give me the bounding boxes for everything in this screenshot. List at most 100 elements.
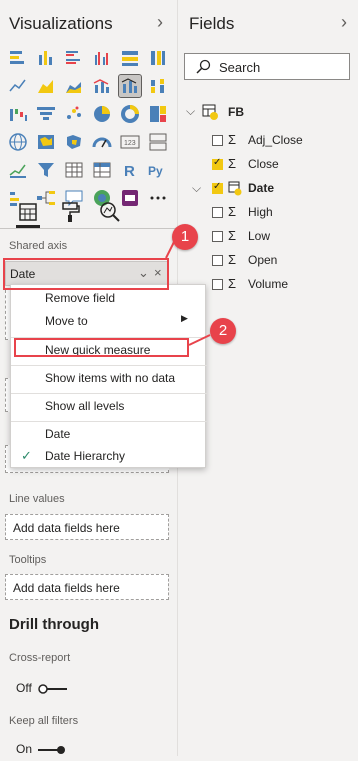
clustered-bar-chart-icon[interactable] [63,47,85,69]
chevron-right-icon[interactable]: › [341,12,347,33]
sigma-icon: Σ [228,132,237,147]
annotation-pointer-1 [165,241,175,259]
submenu-arrow-icon: ▶ [181,313,188,323]
menu-divider [11,365,207,366]
r-script-visual-icon[interactable]: R [119,159,141,181]
table-icon [202,104,218,125]
line-values-label: Line values [9,493,65,505]
field-checkbox[interactable] [212,255,223,266]
multi-row-card-icon[interactable] [147,131,169,153]
field-checkbox[interactable] [212,207,223,218]
field-checkbox[interactable] [212,135,223,146]
keep-filters-state: On [16,742,33,756]
calendar-icon [228,180,242,199]
stacked-column-chart-icon[interactable] [35,47,57,69]
donut-chart-icon[interactable] [119,103,141,125]
stacked-bar-chart-icon[interactable] [7,47,29,69]
line-chart-icon[interactable] [7,75,29,97]
stacked-area-chart-icon[interactable] [63,75,85,97]
menu-date[interactable]: Date [45,427,70,441]
svg-text:R: R [124,163,135,180]
field-name[interactable]: Low [248,229,270,243]
pane-tabs [0,198,177,229]
area-chart-icon[interactable] [35,75,57,97]
map-icon[interactable] [7,131,29,153]
sigma-icon: Σ [228,228,237,243]
fields-search-input[interactable]: Search [184,53,350,80]
field-name[interactable]: Close [248,157,279,171]
sigma-icon: Σ [228,156,237,171]
sigma-icon: Σ [228,252,237,267]
search-placeholder: Search [219,60,261,75]
field-context-menu: Remove field Move to ▶ New quick measure… [10,284,207,468]
shape-map-icon[interactable] [63,131,85,153]
line-values-placeholder: Add data fields here [13,521,120,535]
fields-tab-icon[interactable] [14,198,42,228]
tooltips-placeholder: Add data fields here [13,581,120,595]
gauge-icon[interactable] [91,131,113,153]
fields-title: Fields [189,14,235,33]
annotation-box-2 [14,338,189,357]
100-stacked-bar-icon[interactable] [119,47,141,69]
keep-filters-label: Keep all filters [9,715,79,727]
search-icon [196,59,211,74]
field-checkbox[interactable] [212,157,223,170]
date-hierarchy-chevron-icon[interactable]: ⌵ [192,181,201,196]
field-name[interactable]: Adj_Close [248,133,303,147]
annotation-pointer-2 [188,334,211,346]
analytics-magnifier-icon[interactable] [96,198,124,226]
100-stacked-column-icon[interactable] [147,47,169,69]
visualizations-title: Visualizations [9,14,113,33]
annotation-callout-2: 2 [210,318,236,344]
clustered-column-chart-icon[interactable] [91,47,113,69]
line-and-clustered-column-icon[interactable] [118,74,142,98]
sigma-icon: Σ [228,204,237,219]
tooltips-well[interactable]: Add data fields here [5,574,169,600]
ribbon-chart-icon[interactable] [147,75,169,97]
field-checkbox[interactable] [212,181,223,194]
table-icon[interactable] [63,159,85,181]
menu-divider [11,393,207,394]
menu-show-items-no-data[interactable]: Show items with no data [45,371,175,385]
funnel-chart-icon[interactable] [35,103,57,125]
cross-report-toggle[interactable] [37,682,69,700]
python-visual-icon[interactable]: Py [147,159,169,181]
menu-move-to[interactable]: Move to [45,314,88,328]
menu-show-all-levels[interactable]: Show all levels [45,399,124,413]
drill-through-title: Drill through [9,616,99,633]
annotation-box-1 [3,258,169,290]
format-paint-roller-icon[interactable] [56,198,84,226]
pie-chart-icon[interactable] [91,103,113,125]
field-checkbox[interactable] [212,279,223,290]
cross-report-label: Cross-report [9,652,71,664]
table-name[interactable]: FB [228,105,244,119]
field-name[interactable]: Volume [248,277,288,291]
card-icon[interactable]: 123 [119,131,141,153]
field-checkbox[interactable] [212,231,223,242]
menu-date-hierarchy[interactable]: Date Hierarchy [45,449,125,463]
sigma-icon: Σ [228,276,237,291]
kpi-icon[interactable] [7,159,29,181]
treemap-icon[interactable] [147,103,169,125]
svg-text:123: 123 [124,140,136,147]
field-name[interactable]: Open [248,253,277,267]
shared-axis-label: Shared axis [9,240,68,252]
field-name[interactable]: High [248,205,273,219]
line-and-stacked-column-icon[interactable] [91,75,113,97]
tooltips-label: Tooltips [9,554,47,566]
filled-map-icon[interactable] [35,131,57,153]
field-name[interactable]: Date [248,181,274,195]
menu-divider [11,421,207,422]
chevron-right-icon[interactable]: › [157,12,163,33]
table-collapse-chevron-icon[interactable]: ⌵ [186,104,195,119]
svg-text:Py: Py [148,164,163,178]
checkmark-icon: ✓ [21,448,32,463]
line-values-well[interactable]: Add data fields here [5,514,169,540]
scatter-chart-icon[interactable] [63,103,85,125]
keep-filters-toggle[interactable] [36,743,68,761]
matrix-icon[interactable] [91,159,113,181]
slicer-icon[interactable] [35,159,57,181]
waterfall-chart-icon[interactable] [7,103,29,125]
menu-remove-field[interactable]: Remove field [45,291,115,305]
cross-report-state: Off [16,681,32,695]
